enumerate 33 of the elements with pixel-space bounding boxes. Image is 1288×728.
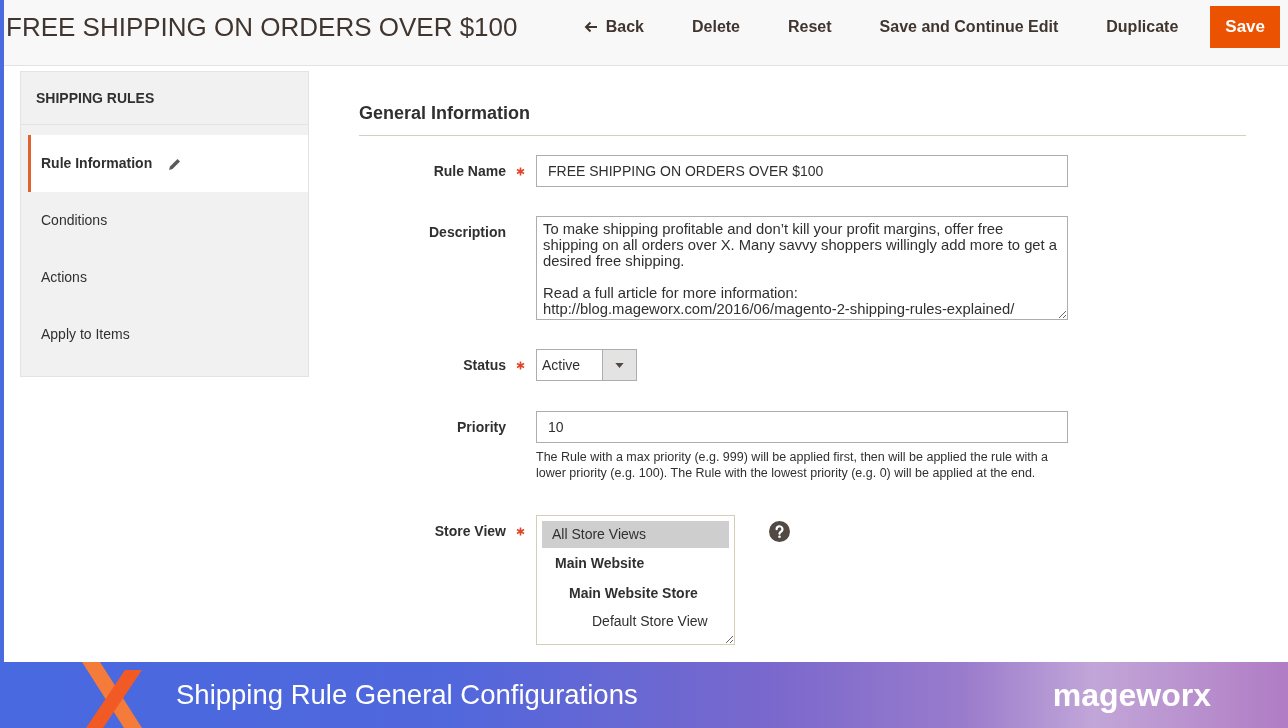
list-option[interactable]: Default Store View bbox=[542, 608, 729, 634]
page-title: FREE SHIPPING ON ORDERS OVER $100 bbox=[6, 10, 518, 43]
help-icon[interactable] bbox=[769, 521, 790, 542]
field-note: The Rule with a max priority (e.g. 999) will be applied first, then will be applied the rule with a lower priority (e.g. 100). The Rule with the lowest priority (e.g. 0) will be applied at the end. bbox=[536, 449, 1050, 481]
duplicate-button[interactable]: Duplicate bbox=[1098, 10, 1187, 43]
arrow-left-icon bbox=[583, 20, 598, 33]
text-field[interactable]: 10 bbox=[536, 411, 1068, 443]
field-label: Description bbox=[428, 223, 506, 241]
store-view-listbox[interactable]: All Store Views Main Website Main Website Store Default Store View bbox=[536, 515, 735, 645]
status-select[interactable]: Active bbox=[536, 349, 637, 381]
delete-button[interactable]: Delete bbox=[684, 10, 748, 43]
brand-logo: mageworx bbox=[1052, 676, 1211, 715]
field-label: Store View bbox=[433, 522, 506, 540]
option-group-label: Main Website Store bbox=[568, 584, 699, 603]
field-label: Priority bbox=[456, 418, 506, 436]
text-field[interactable]: FREE SHIPPING ON ORDERS OVER $100 bbox=[536, 155, 1068, 187]
save-and-continue-button[interactable]: Save and Continue Edit bbox=[871, 10, 1067, 43]
section-title: General Information bbox=[359, 101, 1246, 136]
field-label: Rule Name bbox=[432, 162, 506, 180]
field-label: Status bbox=[462, 356, 506, 374]
option-group-label: Main Website bbox=[554, 554, 646, 573]
sidebar-title: SHIPPING RULES bbox=[21, 72, 308, 125]
back-button[interactable]: Back bbox=[575, 10, 652, 43]
description-field[interactable]: To make shipping profitable and don’t kill your profit margins, offer free shipping on all orders over X. Many savvy shoppers willingly add more to get a desired free shipping. Read a full article for more information: http://blog.mageworx.com/2016/06/magento-2-shipping-rules-explained/ bbox=[536, 216, 1068, 320]
banner-title: Shipping Rule General Configurations bbox=[176, 678, 638, 713]
sidebar-tab[interactable]: Conditions bbox=[28, 192, 308, 249]
list-option[interactable]: All Store Views bbox=[542, 521, 729, 548]
sidebar-tab[interactable]: Rule Information bbox=[28, 135, 308, 192]
sidebar-tab[interactable]: Apply to Items bbox=[28, 306, 308, 363]
sidebar-tab[interactable]: Actions bbox=[28, 249, 308, 306]
reset-button[interactable]: Reset bbox=[780, 10, 840, 43]
caret-icon bbox=[615, 362, 624, 368]
save-button[interactable]: Save bbox=[1210, 5, 1280, 48]
